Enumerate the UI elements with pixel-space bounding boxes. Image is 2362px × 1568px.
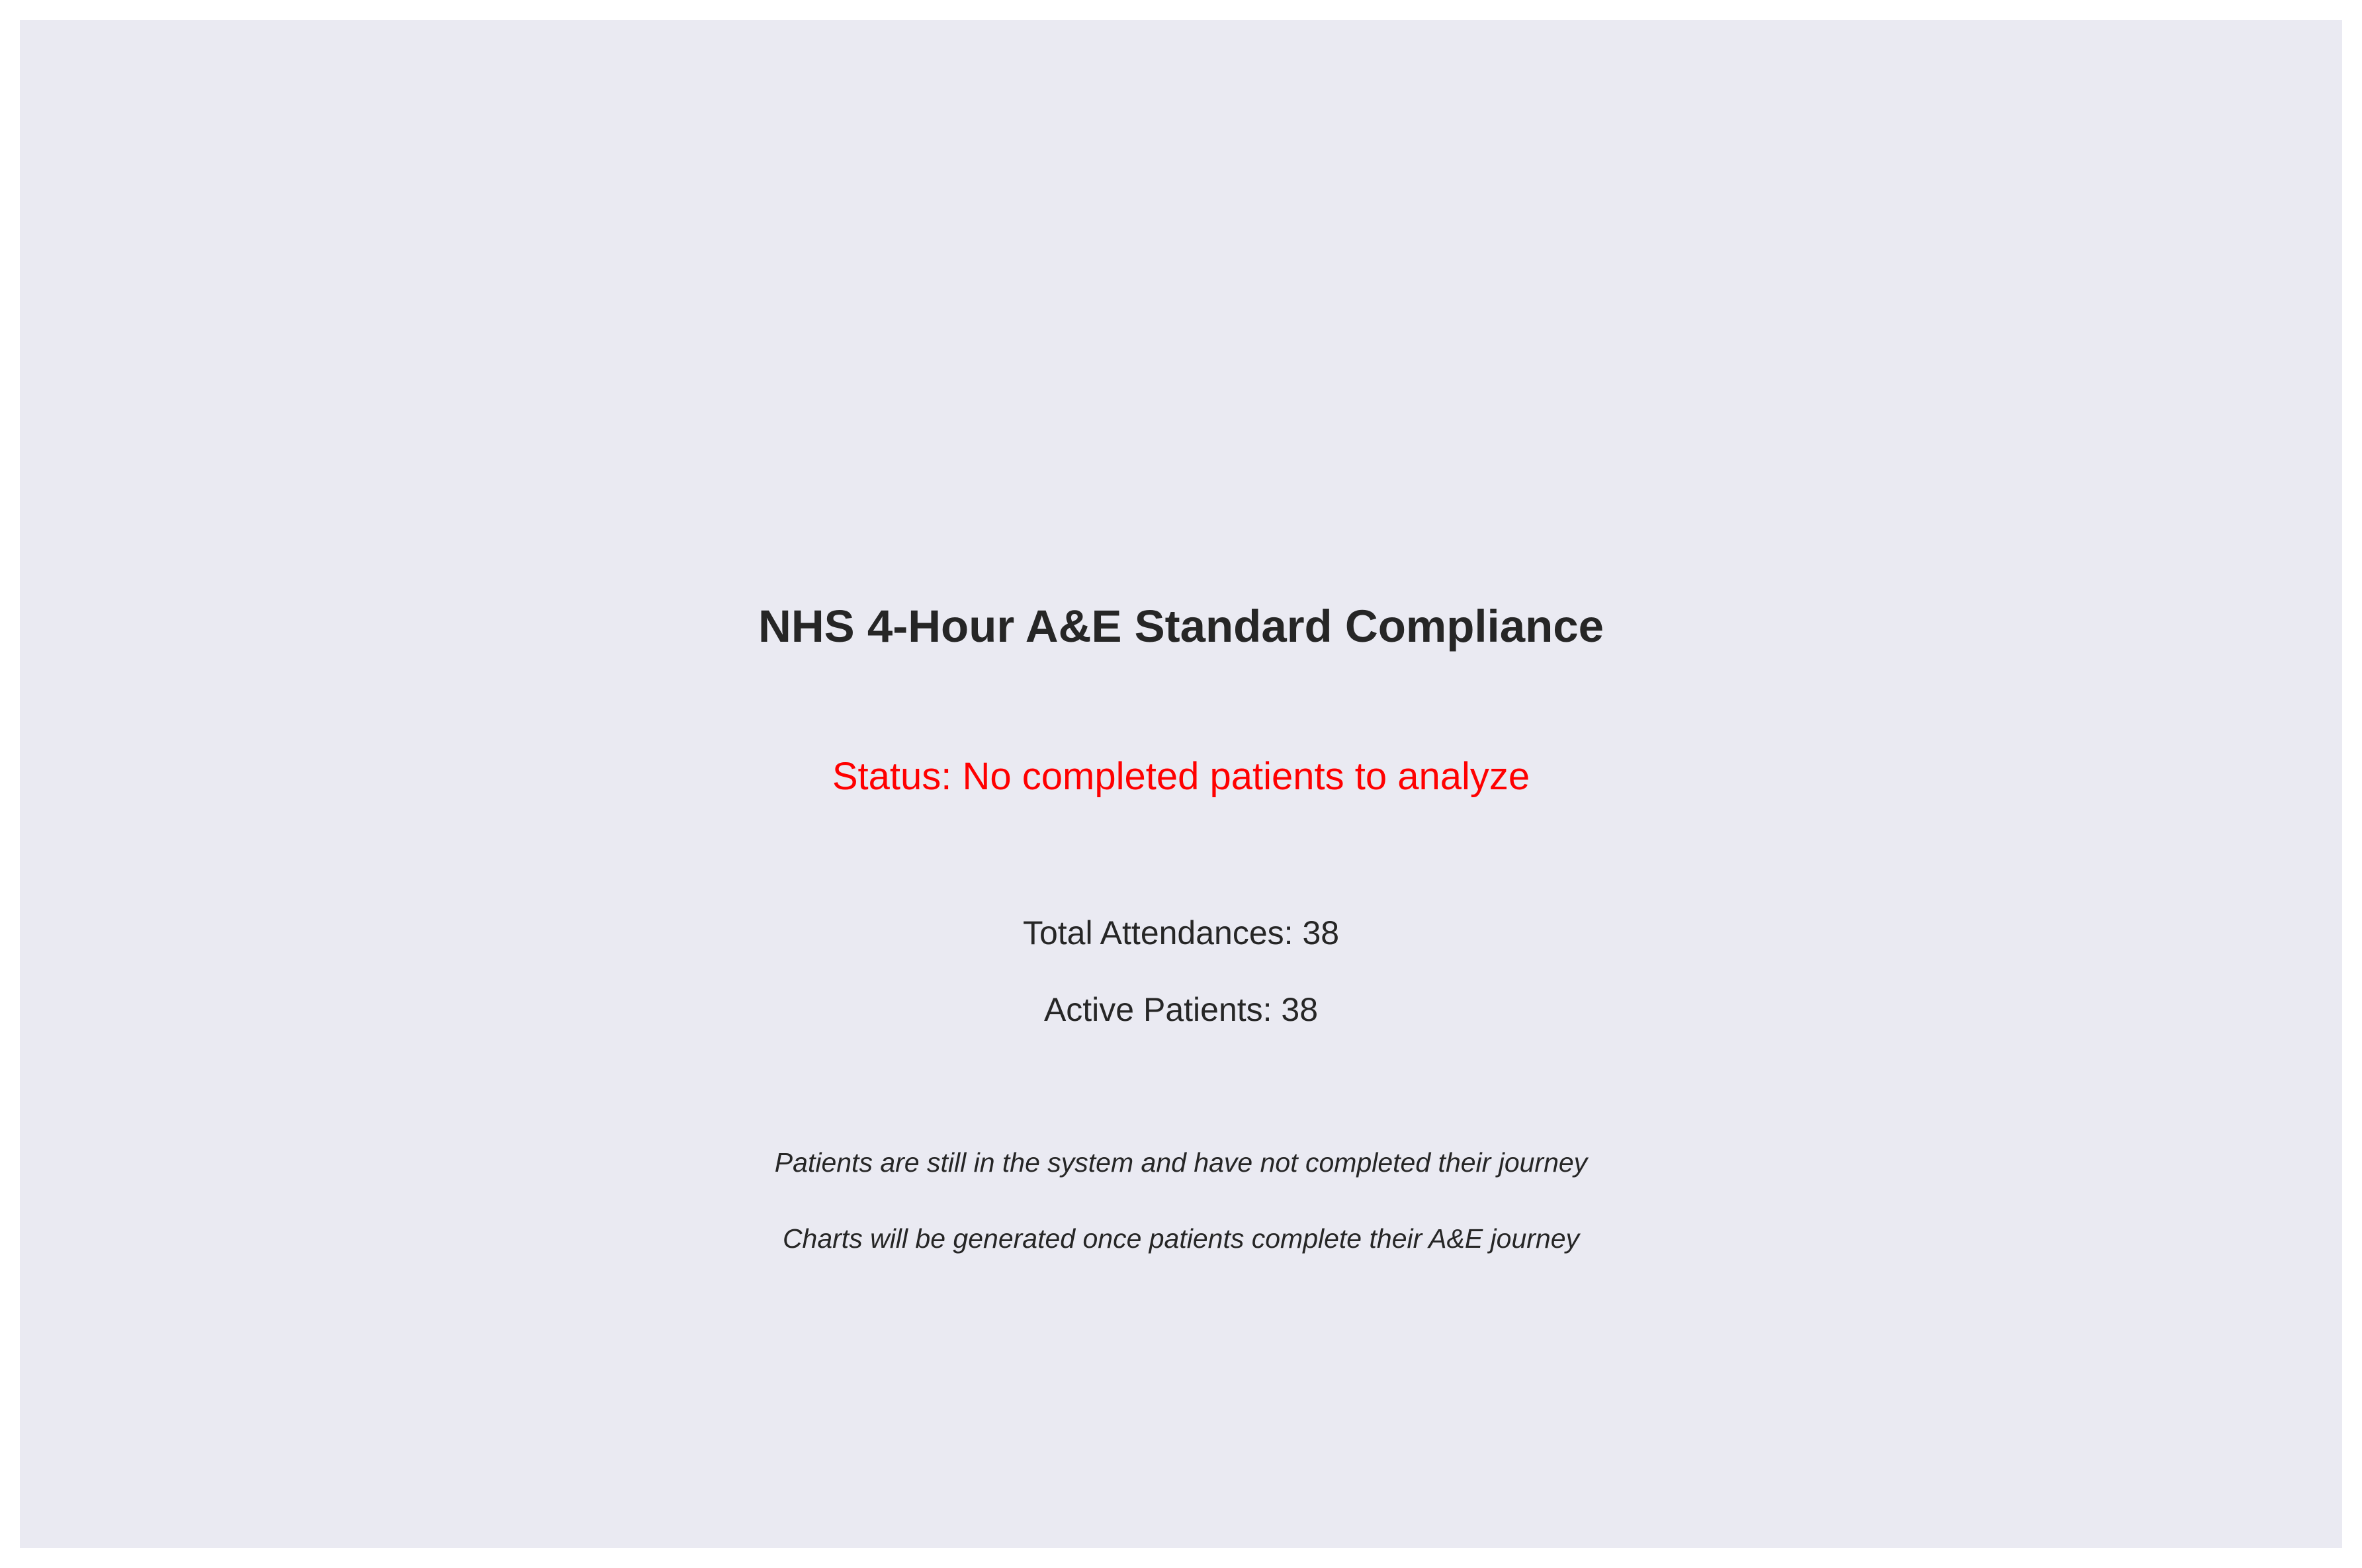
chart-title: NHS 4-Hour A&E Standard Compliance <box>758 601 1604 652</box>
info-note-charts: Charts will be generated once patients c… <box>782 1223 1580 1254</box>
active-patients: Active Patients: 38 <box>1043 991 1319 1028</box>
total-attendances: Total Attendances: 38 <box>1022 914 1340 951</box>
status-message: Status: No completed patients to analyze <box>832 755 1530 798</box>
info-note-journey: Patients are still in the system and hav… <box>774 1147 1588 1178</box>
